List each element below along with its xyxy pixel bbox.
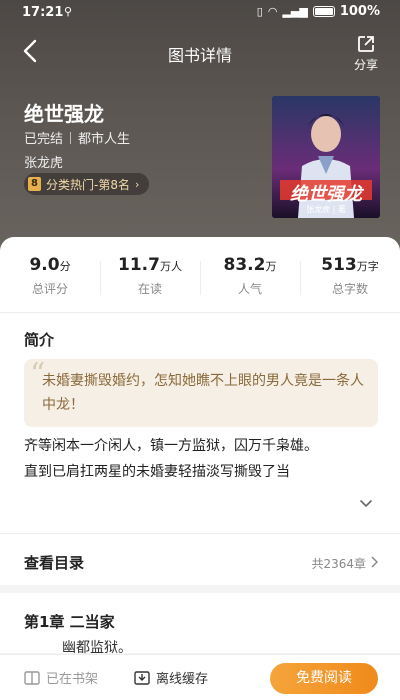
rank-text: 分类热门-第8名: [46, 177, 130, 192]
usb-icon: ⚲: [64, 5, 73, 18]
status-time: 17:21: [22, 5, 64, 20]
synopsis-title: 简介: [24, 331, 55, 349]
signal-icon: ▂▄▆: [282, 5, 308, 18]
meta-divider: [70, 131, 72, 144]
table-of-contents-row[interactable]: 查看目录 共2364章: [0, 542, 400, 582]
book-status: 已完结: [24, 132, 64, 147]
top-nav: 图书详情 分享: [0, 30, 400, 74]
chapter-count: 共2364章: [311, 557, 366, 571]
free-read-button[interactable]: 免费阅读: [270, 663, 378, 694]
stat-unit: 万人: [159, 260, 182, 273]
chevron-down-icon[interactable]: [358, 496, 374, 512]
chevron-right-icon: ›: [134, 177, 140, 191]
toc-label: 查看目录: [24, 554, 85, 572]
stat-value: 83.2: [223, 255, 266, 275]
book-category[interactable]: 都市人生: [78, 128, 130, 147]
divider: [0, 533, 400, 534]
divider: [0, 312, 400, 313]
stat-value: 9.0: [29, 255, 60, 275]
on-shelf-button[interactable]: 已在书架: [24, 668, 98, 687]
stat-rating: 9.0分 总评分: [0, 255, 100, 303]
rank-badge-icon: 8: [28, 177, 41, 191]
stat-label: 人气: [237, 282, 262, 296]
stat-label: 总评分: [31, 282, 68, 296]
cover-title: 绝世强龙: [290, 184, 362, 205]
battery-percent: 100%: [339, 4, 380, 19]
stat-unit: 分: [59, 260, 71, 273]
on-shelf-label: 已在书架: [46, 672, 99, 687]
stat-unit: 万: [265, 260, 277, 273]
vibrate-icon: ▯: [256, 5, 263, 18]
stat-value: 513: [321, 255, 357, 275]
stat-unit: 万字: [356, 260, 379, 273]
share-button[interactable]: 分享: [346, 34, 386, 73]
book-cover[interactable]: 绝世强龙 张龙虎 | 著: [272, 96, 380, 218]
offline-cache-label: 离线缓存: [156, 672, 209, 687]
book-detail-card: 9.0分 总评分 11.7万人 在读 83.2万 人气 513万字 总字数 简介…: [0, 237, 400, 585]
first-chapter-preview[interactable]: 第1章 二当家 幽都监狱。: [0, 593, 400, 656]
synopsis-body[interactable]: 齐等闲本一介闲人，镇一方监狱，囚万千枭雄。 直到已肩扛两星的未婚妻轻描淡写撕毁了…: [24, 433, 374, 485]
cover-author: 张龙虎 | 著: [306, 205, 346, 214]
quote-text: 未婚妻撕毁婚约，怎知她瞧不上眼的男人竟是一条人中龙！: [42, 373, 364, 413]
synopsis-quote: “ 未婚妻撕毁婚约，怎知她瞧不上眼的男人竟是一条人中龙！: [24, 357, 378, 427]
bottom-action-bar: 已在书架 离线缓存 免费阅读: [0, 654, 400, 700]
synopsis-paragraph: 直到已肩扛两星的未婚妻轻描淡写撕毁了当: [24, 464, 290, 480]
header-background: 17:21 ⚲ ▯ ◠ ▂▄▆ 100% 图书详情 分享 绝世强龙 已完结 都市…: [0, 0, 400, 260]
wifi-icon: ◠: [267, 5, 278, 18]
stat-readers: 11.7万人 在读: [100, 255, 200, 303]
chapter-title: 第1章 二当家: [24, 613, 115, 631]
book-title: 绝世强龙: [24, 102, 104, 126]
stat-label: 总字数: [331, 282, 368, 296]
stat-word-count: 513万字 总字数: [300, 255, 400, 303]
status-bar: 17:21 ⚲ ▯ ◠ ▂▄▆ 100%: [0, 0, 400, 26]
stat-popularity: 83.2万 人气: [200, 255, 300, 303]
stats-row: 9.0分 总评分 11.7万人 在读 83.2万 人气 513万字 总字数: [0, 255, 400, 303]
battery-icon: [312, 6, 335, 17]
chevron-right-icon: [371, 556, 378, 568]
share-icon: [358, 36, 374, 52]
share-label: 分享: [353, 58, 378, 72]
bookshelf-icon: [24, 670, 40, 685]
book-meta: 已完结 都市人生: [24, 128, 130, 147]
book-author[interactable]: 张龙虎: [24, 152, 63, 171]
rank-tag[interactable]: 8 分类热门-第8名 ›: [24, 173, 150, 195]
synopsis-paragraph: 齐等闲本一介闲人，镇一方监狱，囚万千枭雄。: [24, 438, 318, 454]
offline-cache-button[interactable]: 离线缓存: [134, 668, 208, 687]
page-title: 图书详情: [167, 46, 232, 65]
stat-label: 在读: [137, 282, 162, 296]
download-icon: [134, 670, 150, 685]
stat-value: 11.7: [118, 255, 160, 275]
